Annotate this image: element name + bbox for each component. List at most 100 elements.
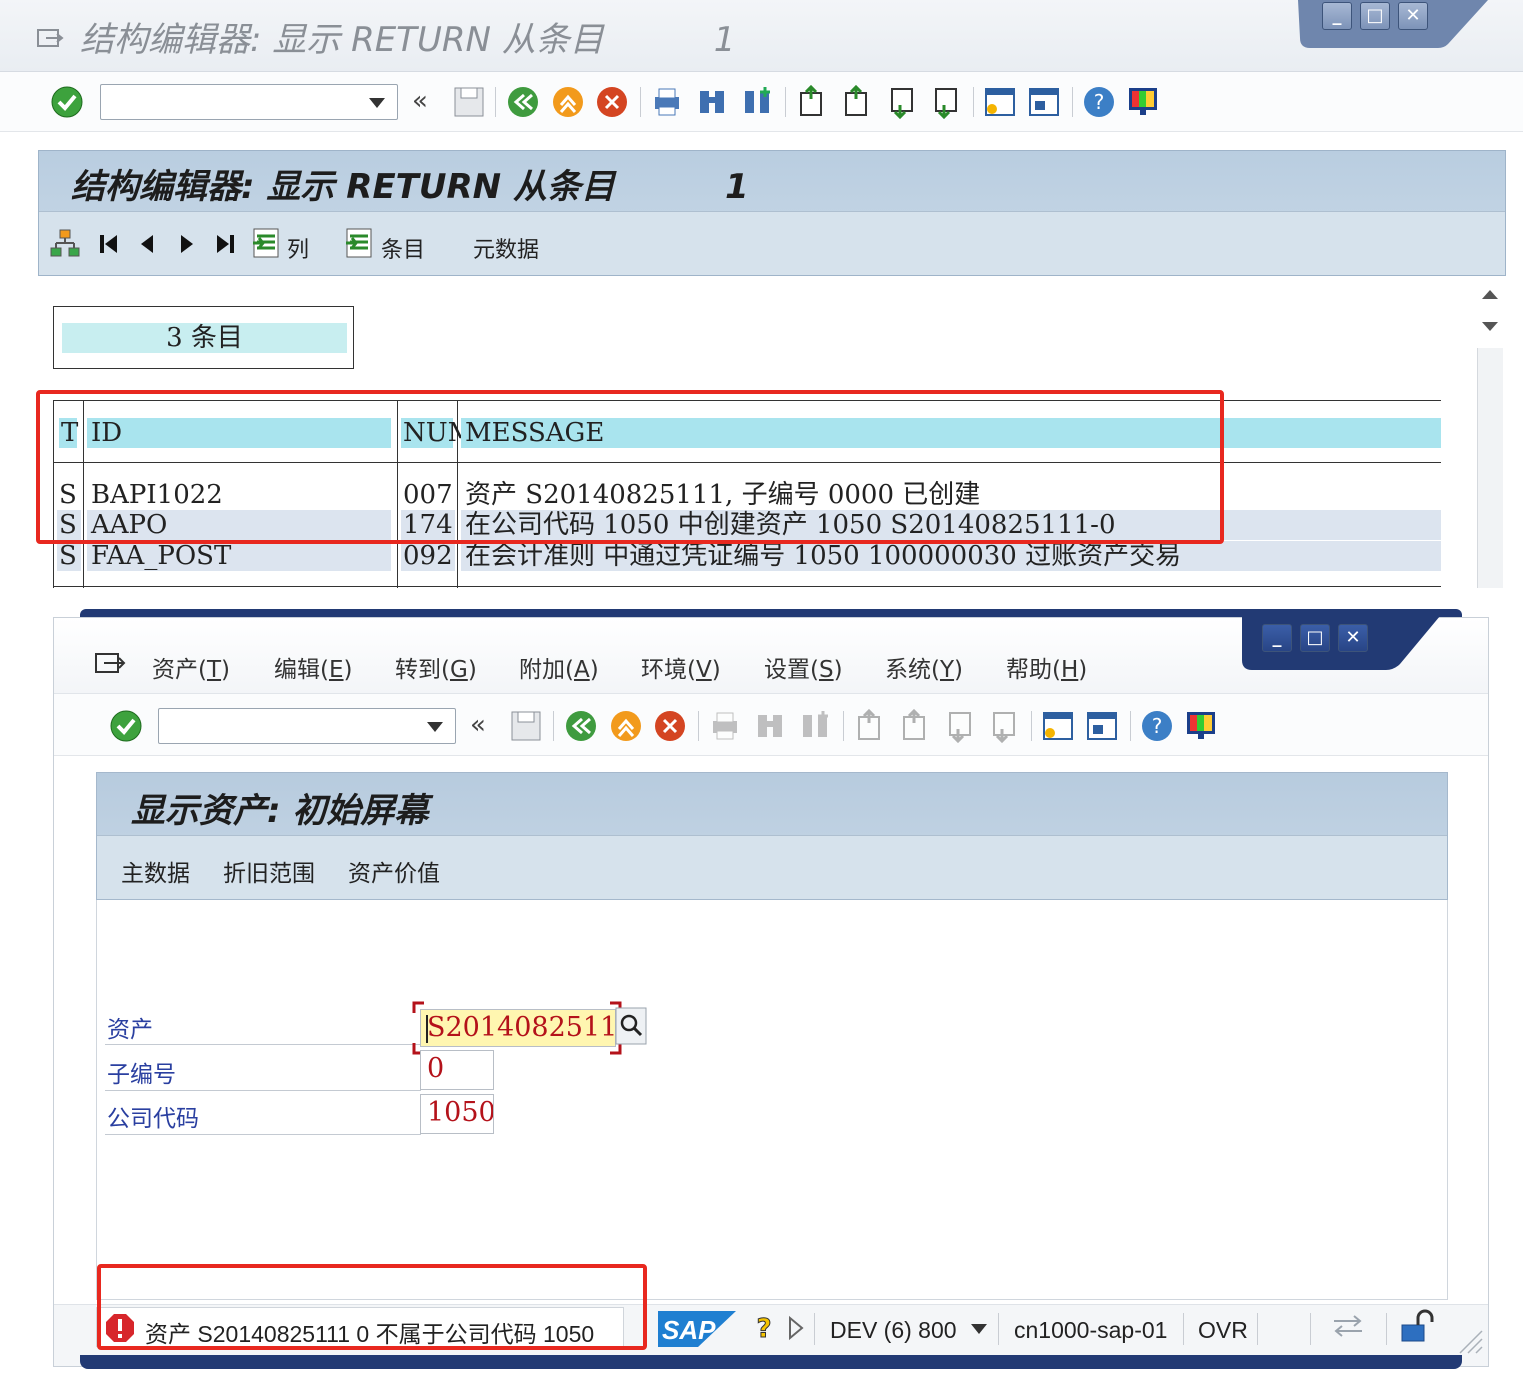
menu-goto[interactable]: 转到(G) — [395, 650, 477, 684]
chevron-down-icon[interactable] — [369, 98, 385, 108]
hierarchy-icon[interactable] — [49, 228, 81, 260]
subnumber-field[interactable]: 0 — [420, 1050, 494, 1090]
menu-bar: 资产(T) 编辑(E) 转到(G) 附加(A) 环境(V) 设置(S) 系统(Y… — [54, 616, 1488, 694]
previous-page-icon — [903, 709, 925, 740]
scroll-up-icon[interactable] — [1479, 284, 1501, 304]
help-icon[interactable]: ? — [1082, 85, 1116, 119]
minimize-button[interactable]: _ — [1322, 2, 1352, 30]
entry-count-box: 3 条目 — [53, 306, 354, 369]
previous-entry-icon[interactable] — [135, 232, 159, 256]
customize-layout-icon[interactable] — [1184, 709, 1218, 743]
collapse-icon[interactable]: « — [470, 710, 486, 740]
minimize-button[interactable]: _ — [1262, 624, 1292, 652]
svg-text:?: ? — [1152, 714, 1163, 738]
company-code-label: 公司代码 — [107, 1106, 199, 1132]
insert-mode[interactable]: OVR — [1198, 1317, 1248, 1344]
system-info[interactable]: DEV (6) 800 — [830, 1317, 957, 1344]
columns-button[interactable]: 列 — [287, 232, 309, 264]
help-icon[interactable]: ? — [1140, 709, 1174, 743]
asset-display-window: 资产(T) 编辑(E) 转到(G) 附加(A) 环境(V) 设置(S) 系统(Y… — [53, 616, 1489, 1367]
application-toolbar: 列 条目 元数据 — [39, 211, 1505, 275]
screen-title: 显示资产: 初始屏幕 — [131, 791, 429, 831]
last-entry-icon[interactable] — [213, 232, 237, 256]
exit-icon[interactable] — [551, 85, 585, 119]
menu-extras[interactable]: 附加(A) — [519, 650, 599, 684]
enter-icon[interactable] — [109, 709, 143, 743]
application-toolbar: 主数据 折旧范围 资产价值 — [97, 835, 1447, 899]
help-question-icon[interactable]: ? — [753, 1313, 775, 1344]
focus-brackets — [412, 1001, 622, 1055]
find-icon[interactable] — [695, 85, 729, 119]
unlock-icon[interactable] — [1398, 1309, 1434, 1345]
close-button[interactable]: ✕ — [1398, 2, 1428, 30]
customize-layout-icon[interactable] — [1126, 85, 1160, 119]
command-field[interactable] — [158, 708, 456, 744]
back-icon[interactable] — [564, 709, 598, 743]
enter-icon[interactable] — [50, 85, 84, 119]
previous-page-icon[interactable] — [840, 85, 874, 119]
close-button[interactable]: ✕ — [1338, 624, 1368, 652]
svg-text:SAP: SAP — [662, 1315, 716, 1345]
menu-help[interactable]: 帮助(H) — [1006, 650, 1087, 684]
outer-title-bar: 结构编辑器: 显示 RETURN 从条目 1 _ □ ✕ — [0, 0, 1523, 72]
last-page-icon[interactable] — [928, 85, 962, 119]
next-page-icon — [949, 712, 971, 743]
table-cell-type[interactable]: S — [57, 541, 81, 571]
new-session-icon[interactable] — [1041, 709, 1075, 743]
master-data-button[interactable]: 主数据 — [121, 854, 190, 888]
asset-screen-header: 显示资产: 初始屏幕 主数据 折旧范围 资产价值 — [96, 772, 1448, 900]
menu-asset[interactable]: 资产(T) — [152, 650, 230, 684]
collapse-icon[interactable]: « — [412, 86, 428, 116]
table-cell-id[interactable]: FAA_POST — [87, 541, 391, 571]
menu-environment[interactable]: 环境(V) — [641, 650, 721, 684]
table-cell-message[interactable]: 在会计准则 中通过凭证编号 1050 100000030 过账资产交易 — [461, 541, 1441, 571]
chevron-down-icon[interactable] — [971, 1324, 987, 1334]
text-cursor — [426, 1015, 428, 1043]
save-icon[interactable] — [452, 85, 486, 119]
first-page-icon[interactable] — [795, 85, 829, 119]
shortcut-icon[interactable] — [1085, 709, 1119, 743]
columns-icon[interactable] — [251, 226, 283, 260]
cancel-icon[interactable] — [595, 85, 629, 119]
menu-settings[interactable]: 设置(S) — [764, 650, 843, 684]
screen-title: 结构编辑器: 显示 RETURN 从条目 1 — [71, 167, 749, 207]
next-page-icon[interactable] — [884, 85, 918, 119]
next-entry-icon[interactable] — [175, 232, 199, 256]
menu-edit[interactable]: 编辑(E) — [274, 650, 353, 684]
scroll-track[interactable] — [1477, 348, 1503, 588]
maximize-button[interactable]: □ — [1300, 624, 1330, 652]
new-session-icon[interactable] — [983, 85, 1017, 119]
find-next-icon[interactable] — [740, 85, 774, 119]
menu-icon[interactable] — [94, 650, 128, 678]
menu-system[interactable]: 系统(Y) — [885, 650, 963, 684]
connection-icon — [1334, 1315, 1362, 1337]
exit-icon[interactable] — [609, 709, 643, 743]
command-field[interactable] — [100, 84, 398, 120]
cancel-icon[interactable] — [653, 709, 687, 743]
search-help-icon[interactable] — [615, 1007, 647, 1045]
maximize-button[interactable]: □ — [1360, 2, 1390, 30]
chevron-down-icon[interactable] — [427, 722, 443, 732]
menu-icon[interactable] — [36, 26, 66, 50]
print-icon — [713, 712, 737, 740]
table-cell-num[interactable]: 092 — [401, 541, 455, 571]
find-icon — [758, 715, 782, 737]
scroll-down-icon[interactable] — [1479, 316, 1501, 336]
svg-text:?: ? — [1094, 90, 1105, 114]
highlight-frame-table — [36, 390, 1224, 544]
print-icon[interactable] — [650, 85, 684, 119]
asset-values-button[interactable]: 资产价值 — [348, 854, 440, 888]
first-entry-icon[interactable] — [97, 232, 121, 256]
company-code-field[interactable]: 1050 — [420, 1094, 494, 1134]
save-icon[interactable] — [509, 709, 543, 743]
asset-form: 资产 S20140825111 子编号 0 公司代码 1050 — [96, 900, 1448, 1300]
depreciation-areas-button[interactable]: 折旧范围 — [223, 854, 315, 888]
resize-grip-icon[interactable] — [1454, 1325, 1484, 1355]
metadata-button[interactable]: 元数据 — [473, 232, 539, 264]
back-icon[interactable] — [506, 85, 540, 119]
vertical-scrollbar[interactable] — [1475, 282, 1505, 592]
entries-icon[interactable] — [344, 226, 376, 260]
entries-button[interactable]: 条目 — [381, 232, 425, 264]
shortcut-icon[interactable] — [1027, 85, 1061, 119]
play-icon[interactable] — [786, 1315, 806, 1341]
